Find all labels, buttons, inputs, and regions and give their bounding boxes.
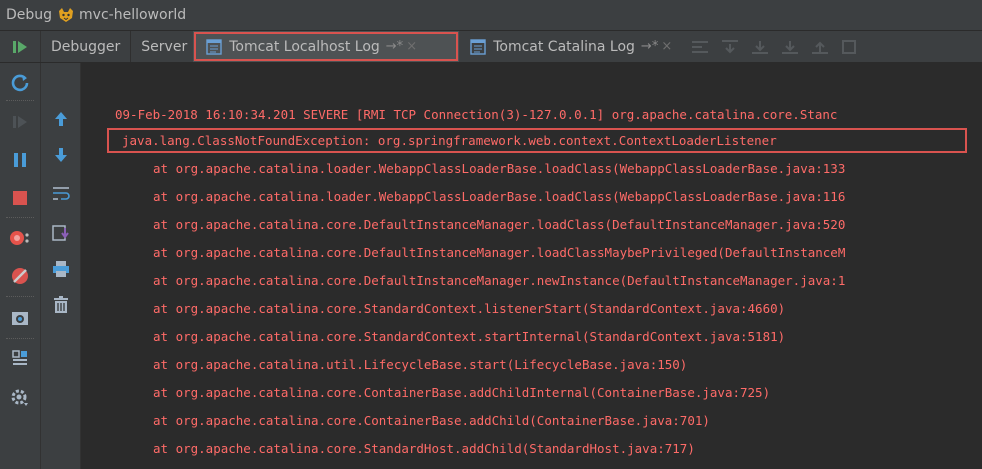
- stack-frame-line: at org.apache.catalina.core.DefaultInsta…: [153, 217, 846, 232]
- run-configuration-name[interactable]: mvc-helloworld: [79, 7, 186, 23]
- stack-frame-line: at org.apache.catalina.core.StandardCont…: [153, 301, 786, 316]
- stack-frame-line: at org.apache.catalina.loader.WebappClas…: [153, 189, 846, 204]
- tab-tomcat-localhost-log[interactable]: Tomcat Localhost Log →* ×: [193, 31, 460, 62]
- stack-frame-line: at org.apache.catalina.core.StandardHost…: [153, 441, 695, 456]
- close-tab-icon[interactable]: ×: [661, 39, 672, 54]
- stack-frame-line: at org.apache.catalina.core.DefaultInsta…: [153, 245, 846, 260]
- close-tab-icon[interactable]: ×: [406, 39, 417, 54]
- tab-tomcat-catalina-log[interactable]: Tomcat Catalina Log →* ×: [459, 31, 682, 62]
- rerun-icon[interactable]: [5, 68, 35, 98]
- toolbar-separator: [6, 338, 34, 339]
- tab-tomcat-catalina-log-label: Tomcat Catalina Log: [493, 38, 635, 55]
- console-output[interactable]: 09-Feb-2018 16:10:34.201 SEVERE [RMI TCP…: [81, 63, 982, 469]
- resume-program-button[interactable]: [0, 31, 41, 62]
- show-execution-point-icon[interactable]: [692, 40, 709, 54]
- stack-frame-line: at org.apache.catalina.core.DefaultInsta…: [153, 273, 846, 288]
- step-over-icon[interactable]: [722, 39, 739, 54]
- title-bar: Debug mvc-helloworld: [0, 0, 982, 31]
- tab-tomcat-localhost-log-label: Tomcat Localhost Log: [229, 38, 380, 55]
- disabled-debug-actions: [692, 39, 858, 54]
- stack-frame-line: at org.apache.catalina.loader.WebappClas…: [153, 161, 846, 176]
- view-breakpoints-icon[interactable]: [5, 223, 35, 253]
- tab-debugger[interactable]: Debugger: [41, 31, 132, 62]
- mute-breakpoints-icon[interactable]: [5, 261, 35, 291]
- step-out-icon[interactable]: [812, 40, 829, 54]
- debug-tab-bar: Debugger Server Tomcat Localhost Log →* …: [0, 31, 982, 63]
- left-debug-toolbar: [0, 63, 41, 469]
- pause-icon[interactable]: [5, 145, 35, 175]
- tomcat-icon: [57, 7, 75, 23]
- layout-icon[interactable]: [5, 343, 35, 373]
- scroll-to-end-icon[interactable]: [47, 219, 75, 247]
- tab-server[interactable]: Server: [131, 31, 193, 62]
- stack-frame-line: at org.apache.catalina.core.StandardCont…: [153, 329, 786, 344]
- scroll-up-icon[interactable]: [47, 105, 75, 133]
- stack-frame-line: at org.apache.catalina.core.ContainerBas…: [153, 413, 710, 428]
- pin-tab-icon[interactable]: →*: [641, 39, 658, 54]
- toolbar-separator: [6, 296, 34, 297]
- evaluate-expression-icon[interactable]: [842, 39, 858, 54]
- toolbar-separator: [6, 217, 34, 218]
- console-side-toolbar: [41, 63, 81, 469]
- print-icon[interactable]: [47, 255, 75, 283]
- soft-wrap-icon[interactable]: [47, 180, 75, 208]
- log-file-icon: [469, 38, 487, 55]
- debug-window-title: Debug: [6, 7, 53, 23]
- step-into-icon[interactable]: [752, 40, 769, 54]
- stop-icon[interactable]: [5, 183, 35, 213]
- tab-debugger-label: Debugger: [51, 38, 121, 55]
- toolbar-separator: [6, 100, 34, 101]
- exception-line: java.lang.ClassNotFoundException: org.sp…: [122, 133, 777, 148]
- stack-frame-line: at org.apache.catalina.core.ContainerBas…: [153, 385, 771, 400]
- log-header-line: 09-Feb-2018 16:10:34.201 SEVERE [RMI TCP…: [115, 107, 838, 122]
- stack-frame-line: at org.apache.catalina.util.LifecycleBas…: [153, 357, 688, 372]
- pin-tab-icon[interactable]: →*: [386, 39, 403, 54]
- tab-server-label: Server: [141, 38, 188, 55]
- camera-icon[interactable]: [5, 303, 35, 333]
- resume-icon: [13, 40, 27, 53]
- step-icon[interactable]: [5, 107, 35, 137]
- log-file-icon: [205, 38, 223, 55]
- force-step-into-icon[interactable]: [782, 40, 799, 54]
- settings-icon[interactable]: [5, 383, 35, 413]
- scroll-down-icon[interactable]: [47, 141, 75, 169]
- clear-all-icon[interactable]: [47, 291, 75, 319]
